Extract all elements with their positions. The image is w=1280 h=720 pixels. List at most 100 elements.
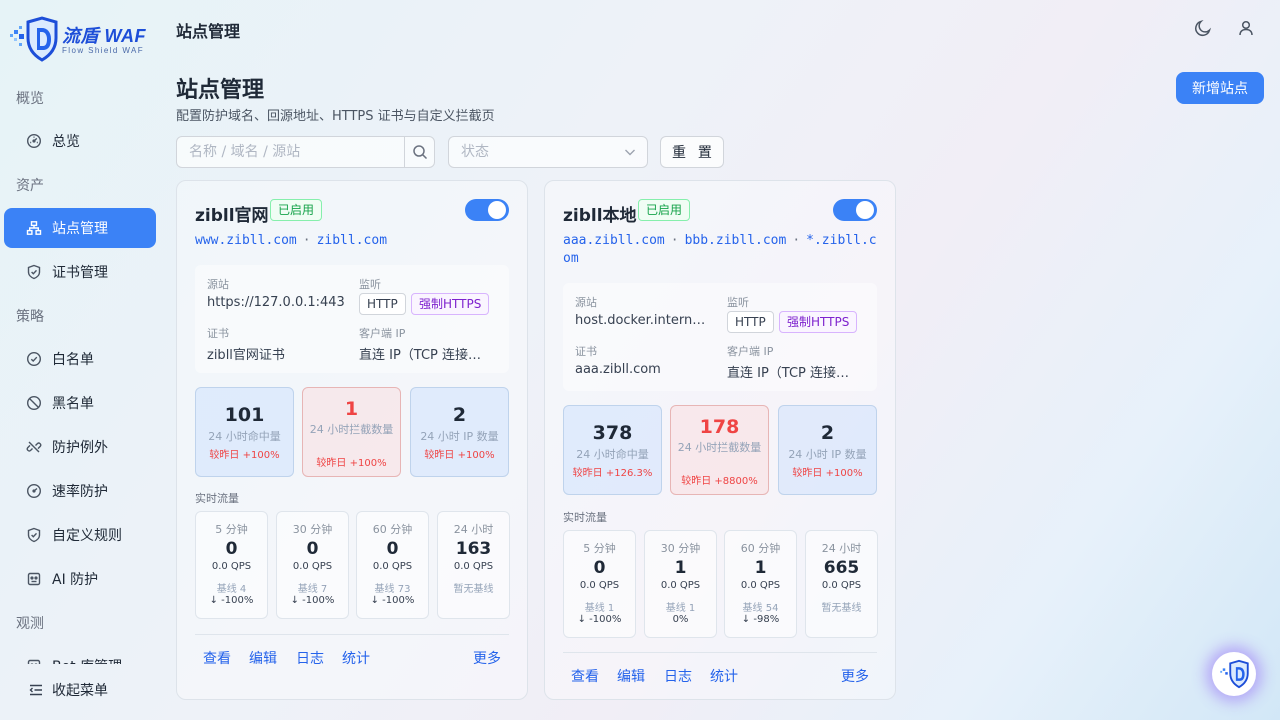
stat-blocked-change: 较昨日 +100% (316, 458, 387, 469)
sidebar-item-label: 证书管理 (52, 265, 108, 281)
realtime-baseline: 基线 4 (216, 584, 247, 595)
search-input[interactable] (177, 137, 405, 167)
sidebar-item-certificates[interactable]: 证书管理 (4, 252, 156, 292)
brand-logo[interactable]: 流盾 WAF Flow Shield WAF (10, 16, 155, 62)
domain-separator: · (792, 233, 801, 248)
stat-ips-label: 24 小时 IP 数量 (788, 448, 867, 461)
more-link[interactable]: 更多 (473, 648, 501, 668)
realtime-count: 0 (225, 539, 238, 559)
sidebar-item-bot-library[interactable]: Bot 库管理 (4, 646, 156, 664)
arrow-down-icon: ↓ (209, 595, 222, 606)
origin-label: 源站 (575, 296, 597, 309)
assistant-fab-button[interactable] (1212, 652, 1256, 696)
arrow-down-icon: ↓ (370, 595, 383, 606)
realtime-count: 665 (823, 558, 860, 578)
realtime-period: 30 分钟 (660, 542, 701, 555)
listen-http-tag: HTTP (359, 293, 406, 315)
stat-ips-value: 2 (452, 404, 467, 426)
realtime-change-value: -100% (589, 614, 622, 625)
reset-button[interactable]: 重 置 (660, 136, 724, 168)
more-link[interactable]: 更多 (841, 666, 869, 686)
edit-link[interactable]: 编辑 (249, 648, 277, 668)
collapse-menu-icon (29, 684, 42, 696)
brand-name: 流盾 WAF (62, 26, 146, 46)
edit-link[interactable]: 编辑 (617, 666, 645, 686)
search-button[interactable] (404, 137, 434, 167)
stat-ips-change: 较昨日 +100% (792, 468, 863, 479)
site-enable-toggle[interactable] (465, 199, 509, 221)
realtime-period: 5 分钟 (583, 542, 616, 555)
shield-check-icon (26, 264, 42, 280)
sidebar-item-exceptions[interactable]: 防护例外 (4, 427, 156, 467)
nav-group-overview: 概览 (16, 91, 44, 107)
view-link[interactable]: 查看 (203, 648, 231, 668)
realtime-label: 实时流量 (195, 492, 239, 505)
realtime-count: 0 (386, 539, 399, 559)
sidebar-item-sites[interactable]: 站点管理 (4, 208, 156, 248)
realtime-period: 60 分钟 (740, 542, 781, 555)
realtime-label: 实时流量 (563, 511, 607, 524)
realtime-qps: 0.0 QPS (211, 561, 252, 572)
stat-hits: 101 24 小时命中量 较昨日 +100% (195, 387, 294, 477)
status-select[interactable]: 状态 (448, 136, 648, 168)
realtime-count: 1 (674, 558, 687, 578)
stats-link[interactable]: 统计 (710, 666, 738, 686)
sidebar-item-custom-rules[interactable]: 自定义规则 (4, 515, 156, 555)
listen-label: 监听 (727, 296, 749, 309)
realtime-period: 24 小时 (453, 523, 494, 536)
domain-link[interactable]: aaa.zibll.com (563, 233, 665, 248)
stat-ips: 2 24 小时 IP 数量 较昨日 +100% (410, 387, 509, 477)
realtime-qps: 0.0 QPS (821, 580, 862, 591)
nav-group-policy: 策略 (16, 309, 44, 325)
realtime-baseline: 基线 73 (374, 584, 411, 595)
sidebar-item-whitelist[interactable]: 白名单 (4, 339, 156, 379)
logs-link[interactable]: 日志 (664, 666, 692, 686)
cert-value: zibll官网证书 (207, 348, 285, 363)
realtime-baseline: 基线 54 (742, 603, 779, 614)
realtime-qps: 0.0 QPS (740, 580, 781, 591)
stat-hits: 378 24 小时命中量 较昨日 +126.3% (563, 405, 662, 495)
sidebar-item-overview[interactable]: 总览 (4, 121, 156, 161)
stat-hits-change: 较昨日 +100% (209, 450, 280, 461)
search-icon (412, 145, 427, 160)
realtime-period: 5 分钟 (215, 523, 248, 536)
sidebar-item-blacklist[interactable]: 黑名单 (4, 383, 156, 423)
realtime-60min: 60 分钟 1 0.0 QPS 基线 54 ↓ -98% (724, 530, 797, 638)
view-link[interactable]: 查看 (571, 666, 599, 686)
client-ip-value: 直连 IP（TCP 连接地址） (727, 366, 861, 381)
site-card: zibll本地 已启用 aaa.zibll.com · bbb.zibll.com ·… (544, 180, 896, 700)
sidebar-item-label: Bot 库管理 (52, 656, 122, 664)
cert-label: 证书 (575, 345, 597, 358)
nav-group-observe: 观测 (16, 616, 44, 632)
realtime-count: 0 (593, 558, 606, 578)
toggle-knob (488, 201, 506, 219)
realtime-qps: 0.0 QPS (372, 561, 413, 572)
realtime-5min: 5 分钟 0 0.0 QPS 基线 4 ↓ -100% (195, 511, 268, 619)
site-domains: www.zibll.com · zibll.com (195, 232, 511, 250)
realtime-30min: 30 分钟 0 0.0 QPS 基线 7 ↓ -100% (276, 511, 349, 619)
domain-separator: · (670, 233, 679, 248)
stat-ips-value: 2 (820, 422, 835, 444)
domain-link[interactable]: zibll.com (317, 233, 387, 248)
site-enable-toggle[interactable] (833, 199, 877, 221)
stats-link[interactable]: 统计 (342, 648, 370, 668)
sidebar-item-rate-limit[interactable]: 速率防护 (4, 471, 156, 511)
user-icon[interactable] (1236, 18, 1256, 38)
site-name: zibll本地 (563, 206, 637, 226)
collapse-menu-button[interactable]: 收起菜单 (28, 680, 108, 700)
realtime-baseline: 暂无基线 (821, 603, 862, 614)
moon-icon[interactable] (1193, 18, 1213, 38)
domain-link[interactable]: bbb.zibll.com (685, 233, 787, 248)
domain-link[interactable]: www.zibll.com (195, 233, 297, 248)
domain-separator: · (302, 233, 311, 248)
add-site-button[interactable]: 新增站点 (1176, 72, 1264, 104)
site-domains: aaa.zibll.com · bbb.zibll.com · *.zibll.com (563, 232, 879, 268)
realtime-qps: 0.0 QPS (579, 580, 620, 591)
stat-hits-label: 24 小时命中量 (208, 430, 281, 443)
realtime-change: ↓ -100% (277, 595, 348, 606)
sidebar: 流盾 WAF Flow Shield WAF 概览 总览 资产 站点管理 证书管… (0, 0, 160, 720)
logs-link[interactable]: 日志 (296, 648, 324, 668)
sidebar-item-ai-protection[interactable]: AI 防护 (4, 559, 156, 599)
realtime-change: ↓ -100% (564, 614, 635, 625)
nav-group-assets: 资产 (16, 178, 44, 194)
